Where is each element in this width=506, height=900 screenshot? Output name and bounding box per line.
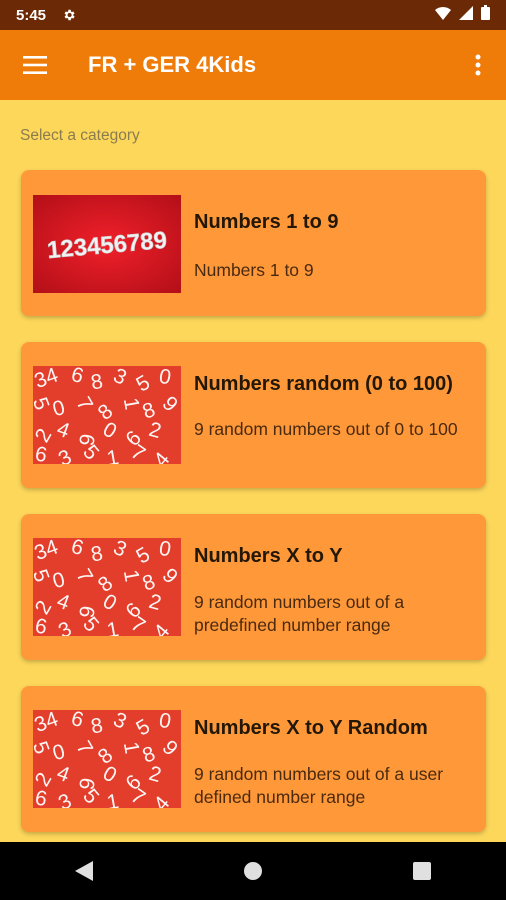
category-description: 9 random numbers out of a user defined n… (194, 764, 444, 807)
system-nav-bar (0, 842, 506, 900)
category-thumbnail: 34 6 8 3 5 0 5 0 7 8 1 8 9 2 4 9 0 6 2 6 (33, 710, 181, 808)
gear-icon (62, 8, 76, 22)
category-description: Numbers 1 to 9 (194, 260, 314, 280)
category-description: 9 random numbers out of 0 to 100 (194, 419, 458, 439)
hamburger-menu-icon[interactable] (0, 30, 70, 100)
category-card-numbers-x-to-y[interactable]: 34 6 8 3 5 0 5 0 7 8 1 8 9 2 4 9 0 6 2 6 (21, 514, 486, 660)
category-card-numbers-random[interactable]: 34 6 8 3 5 0 5 0 7 8 1 8 9 2 4 9 0 6 2 6 (21, 342, 486, 488)
app-bar: FR + GER 4Kids (0, 30, 506, 100)
category-description: 9 random numbers out of a predefined num… (194, 592, 405, 635)
status-time: 5:45 (16, 6, 47, 24)
category-thumbnail: 123456789 (33, 195, 181, 293)
battery-icon (481, 5, 490, 25)
category-card-numbers-x-to-y-random[interactable]: 34 6 8 3 5 0 5 0 7 8 1 8 9 2 4 9 0 6 2 6 (21, 686, 486, 832)
app-title: FR + GER 4Kids (88, 52, 257, 77)
wifi-icon (435, 6, 451, 25)
category-title: Numbers X to Y Random (194, 717, 428, 739)
status-bar: 5:45 (0, 0, 506, 30)
signal-icon (459, 5, 473, 25)
category-title: Numbers random (0 to 100) (194, 373, 453, 395)
nav-recents-icon[interactable] (392, 842, 452, 900)
category-thumbnail: 34 6 8 3 5 0 5 0 7 8 1 8 9 2 4 9 0 6 2 6 (33, 538, 181, 636)
category-thumbnail: 34 6 8 3 5 0 5 0 7 8 1 8 9 2 4 9 0 6 2 6 (33, 366, 181, 464)
nav-home-icon[interactable] (223, 842, 283, 900)
nav-back-icon[interactable] (54, 842, 114, 900)
category-card-numbers-1-to-9[interactable]: 123456789 Numbers 1 to 9 Numbers 1 to 9 (21, 170, 486, 316)
category-title: Numbers X to Y (194, 545, 343, 567)
more-vert-icon[interactable] (450, 30, 506, 100)
select-category-label: Select a category (20, 127, 140, 144)
category-title: Numbers 1 to 9 (194, 211, 339, 233)
